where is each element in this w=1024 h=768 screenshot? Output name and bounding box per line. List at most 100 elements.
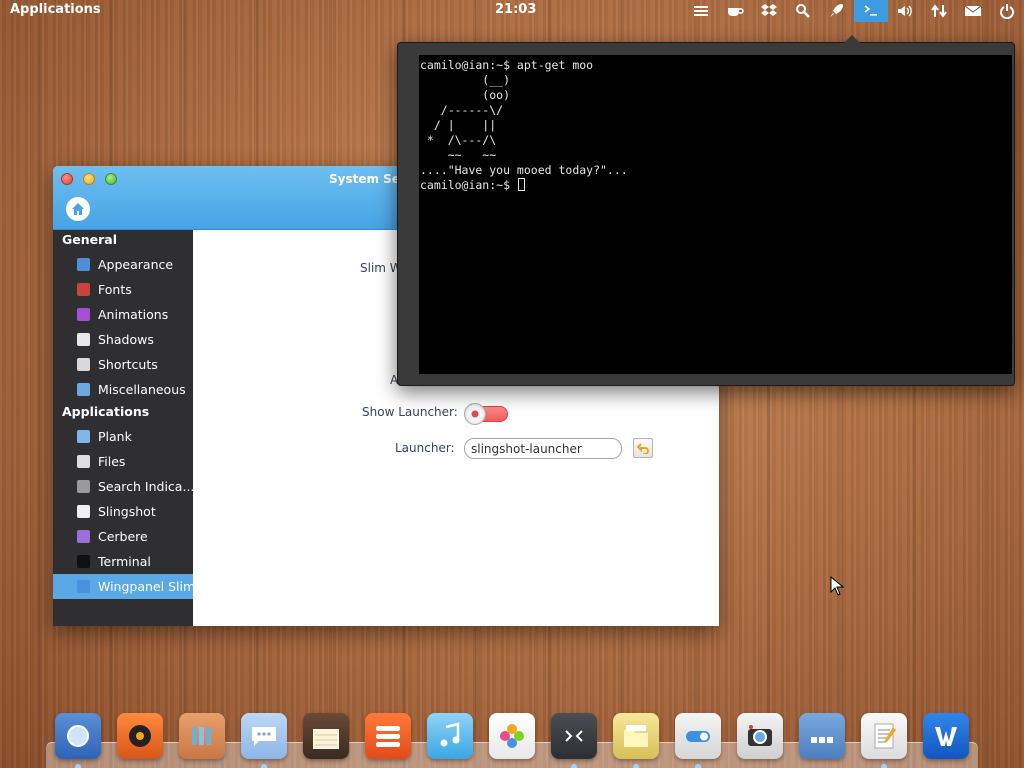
running-indicator — [695, 764, 701, 768]
launcher-input[interactable] — [464, 438, 622, 459]
cerbere-icon — [77, 530, 90, 543]
terminal-screen[interactable]: camilo@ian:~$ apt-get moo (__) (oo) /---… — [419, 55, 1012, 374]
dock-item-browser[interactable] — [55, 713, 101, 759]
terminal-line: * /\---/\ — [420, 133, 1012, 148]
sidebar-item-animations[interactable]: Animations — [53, 302, 193, 327]
dock-item-library[interactable] — [179, 713, 225, 759]
sidebar-item-miscellaneous[interactable]: Miscellaneous — [53, 377, 193, 402]
notes-icon — [313, 729, 339, 749]
dock-item-stack[interactable] — [365, 713, 411, 759]
sidebar-item-files[interactable]: Files — [53, 449, 193, 474]
settings-sidebar: General Appearance Fonts Animations Shadows… — [53, 230, 193, 626]
dock-item-photos[interactable] — [489, 713, 535, 759]
dock-item-settings-toggle[interactable] — [675, 713, 721, 759]
dock-item-music-note[interactable] — [427, 713, 473, 759]
slim-wingpanel-label: Slim W — [360, 261, 402, 275]
files-folder-icon — [624, 725, 648, 747]
chat-icon — [252, 727, 276, 746]
terminal-icon — [77, 555, 90, 568]
dock-item-files-folder[interactable] — [613, 713, 659, 759]
files-icon — [77, 455, 90, 468]
revert-launcher-button[interactable] — [633, 438, 653, 458]
sidebar-item-appearance[interactable]: Appearance — [53, 252, 193, 277]
stack-icon — [376, 726, 400, 747]
dock-item-camera[interactable] — [737, 713, 783, 759]
dock-item-chat[interactable] — [241, 713, 287, 759]
camera-icon — [748, 725, 772, 746]
sidebar-item-label: Shortcuts — [98, 357, 158, 372]
settings-toggle-icon — [686, 731, 710, 742]
terminal-line: / | || — [420, 118, 1012, 133]
terminal-line-text: camilo@ian:~$ — [420, 178, 517, 192]
multitasking-icon — [811, 737, 833, 743]
mouse-pointer-icon — [830, 576, 844, 596]
power-icon[interactable] — [990, 0, 1024, 22]
sidebar-item-search-indica[interactable]: Search Indica... — [53, 474, 193, 499]
home-button[interactable] — [66, 197, 90, 221]
terminal-indicator-icon[interactable] — [854, 0, 888, 22]
menu-icon[interactable] — [684, 0, 718, 22]
close-button[interactable] — [61, 173, 73, 185]
dock-item-text-editor[interactable] — [861, 713, 907, 759]
mail-icon[interactable] — [956, 0, 990, 22]
terminal-line-text: (__) — [420, 73, 511, 87]
sidebar-item-label: Cerbere — [98, 529, 148, 544]
terminal-line-text: camilo@ian:~$ apt-get moo — [420, 58, 594, 72]
dock-item-writer[interactable] — [923, 713, 969, 759]
running-indicator — [881, 764, 887, 768]
network-icon[interactable] — [922, 0, 956, 22]
terminal-line-text: / | || — [420, 118, 497, 132]
dock-item-multitasking[interactable] — [799, 713, 845, 759]
maximize-button[interactable] — [105, 173, 117, 185]
sidebar-item-label: Terminal — [98, 554, 151, 569]
writer-icon — [935, 727, 957, 746]
sidebar-item-slingshot[interactable]: Slingshot — [53, 499, 193, 524]
show-launcher-toggle[interactable] — [464, 403, 508, 425]
sidebar-item-shortcuts[interactable]: Shortcuts — [53, 352, 193, 377]
sidebar-item-label: Search Indica... — [98, 479, 193, 494]
animations-icon — [77, 308, 90, 321]
sidebar-item-label: Fonts — [98, 282, 132, 297]
terminal-line-text: (oo) — [420, 88, 511, 102]
photos-icon — [500, 724, 524, 748]
indicator-area — [684, 0, 1024, 22]
top-panel: Applications 21:03 — [0, 0, 1024, 22]
search-icon[interactable] — [786, 0, 820, 22]
dock-item-music-player[interactable] — [117, 713, 163, 759]
sidebar-item-plank[interactable]: Plank — [53, 424, 193, 449]
plank-icon — [77, 430, 90, 443]
shortcuts-icon — [77, 358, 90, 371]
sidebar-item-label: Wingpanel Slim — [98, 579, 193, 594]
library-icon — [192, 727, 211, 745]
sidebar-item-wingpanel-slim[interactable]: Wingpanel Slim — [53, 574, 193, 599]
terminal-line-text: /------\/ — [420, 103, 504, 117]
coffee-cup-icon[interactable] — [718, 0, 752, 22]
sidebar-item-label: Files — [98, 454, 126, 469]
sidebar-header-applications: Applications — [62, 404, 150, 419]
minimize-button[interactable] — [83, 173, 95, 185]
toggle-knob — [464, 403, 486, 425]
sidebar-item-cerbere[interactable]: Cerbere — [53, 524, 193, 549]
search-indicator-icon — [77, 480, 90, 493]
applications-menu[interactable]: Applications — [10, 2, 101, 17]
terminal-popover: camilo@ian:~$ apt-get moo (__) (oo) /---… — [397, 35, 1015, 386]
dropbox-icon[interactable] — [752, 0, 786, 22]
terminal-icon — [565, 730, 583, 742]
clock[interactable]: 21:03 — [495, 2, 536, 17]
terminal-line-text: * /\---/\ — [420, 133, 497, 147]
music-player-icon — [129, 725, 151, 747]
dock-item-terminal[interactable] — [551, 713, 597, 759]
sidebar-item-terminal[interactable]: Terminal — [53, 549, 193, 574]
running-indicator — [75, 764, 81, 768]
sidebar-item-fonts[interactable]: Fonts — [53, 277, 193, 302]
rocket-icon[interactable] — [820, 0, 854, 22]
terminal-line: camilo@ian:~$ — [420, 178, 1012, 193]
sidebar-item-label: Animations — [98, 307, 169, 322]
sidebar-item-shadows[interactable]: Shadows — [53, 327, 193, 352]
volume-icon[interactable] — [888, 0, 922, 22]
dock-item-notes[interactable] — [303, 713, 349, 759]
terminal-line: ...."Have you mooed today?"... — [420, 163, 1012, 178]
sidebar-item-label: Plank — [98, 429, 132, 444]
browser-icon — [67, 725, 89, 747]
terminal-line: (oo) — [420, 88, 1012, 103]
